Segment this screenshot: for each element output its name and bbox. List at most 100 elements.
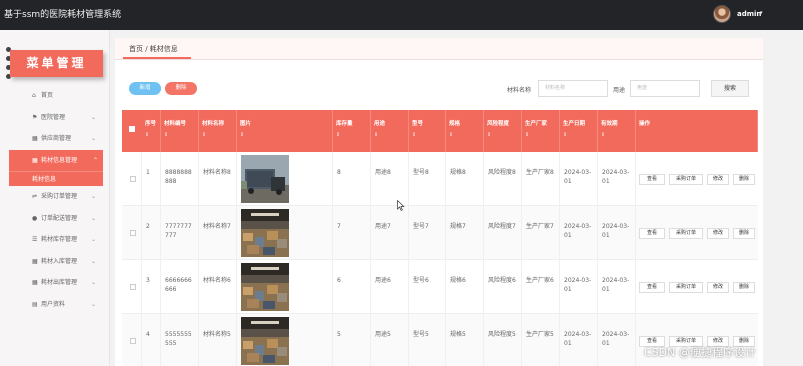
row-checkbox[interactable]: [130, 284, 136, 290]
sidebar-item-label: 耗材出库管理: [41, 279, 78, 286]
sort-icon[interactable]: ⇕: [487, 132, 518, 140]
edit-button[interactable]: 修改: [707, 282, 729, 293]
edit-button[interactable]: 修改: [707, 228, 729, 239]
delete-row-button[interactable]: 删除: [733, 228, 755, 239]
view-button[interactable]: 查看: [639, 174, 665, 185]
sidebar: 菜单管理 ⌂ 首页 ⚑ 医院管理 ⌄ ▦ 供应商管理 ⌄ ▦ 耗材信息管理 ⌃ 耗材信息 ⇌ 采购订单管理…: [0, 30, 110, 366]
use-input[interactable]: 用途: [630, 80, 700, 97]
flag-icon: ⚑: [32, 113, 38, 121]
cell-text: 2024-03-01: [564, 169, 592, 186]
cell-text: 用途7: [375, 223, 391, 230]
cell-idx: 4: [142, 314, 161, 366]
sort-icon[interactable]: ⇕: [374, 132, 405, 140]
delete-row-button[interactable]: 删除: [733, 282, 755, 293]
purchase-order-button[interactable]: 采购订单: [669, 174, 703, 185]
edit-button[interactable]: 修改: [707, 174, 729, 185]
cell-use: 用途7: [371, 206, 409, 260]
view-button[interactable]: 查看: [639, 228, 665, 239]
cell-text: 材料名称7: [203, 223, 231, 230]
cell-text: 规格8: [450, 169, 466, 176]
cell-text: 生产厂家8: [526, 169, 554, 176]
row-checkbox[interactable]: [130, 176, 136, 182]
material-name-input[interactable]: 材料名称: [538, 80, 608, 97]
select-all-checkbox[interactable]: [129, 126, 135, 132]
user-avatar[interactable]: [713, 5, 731, 23]
cell-code: 6666666666: [161, 260, 199, 314]
cell-text: 2024-03-01: [602, 169, 630, 186]
column-header[interactable]: 序号 ⇕: [142, 110, 161, 152]
column-header[interactable]: 生产厂家 ⇕: [522, 110, 560, 152]
cell-text: 1: [146, 169, 150, 176]
cell-text: 7777777777: [165, 223, 192, 240]
column-header-label: 生产厂家: [525, 121, 548, 127]
sidebar-item-5[interactable]: ● 订单配送管理 ⌄: [0, 208, 110, 230]
sort-icon[interactable]: ⇕: [145, 132, 157, 140]
search-button[interactable]: 搜索: [711, 80, 749, 97]
add-button[interactable]: 新增: [129, 82, 161, 95]
cell-idx: 3: [142, 260, 161, 314]
column-header[interactable]: 有效期 ⇕: [598, 110, 636, 152]
cell-text: 2024-03-01: [602, 331, 630, 348]
menu-logo: 菜单管理: [10, 50, 103, 77]
sidebar-item-9[interactable]: ▤ 用户资料 ⌄: [0, 294, 110, 316]
delete-button[interactable]: 删除: [165, 82, 197, 95]
sidebar-item-label: 订单配送管理: [41, 214, 78, 222]
cell-spec: 规格6: [446, 260, 484, 314]
cell-text: 2024-03-01: [564, 223, 592, 240]
sort-icon[interactable]: ⇕: [412, 132, 442, 140]
cell-maker: 生产厂家7: [522, 206, 560, 260]
sort-icon[interactable]: ⇕: [525, 132, 556, 140]
cell-maker: 生产厂家5: [522, 314, 560, 366]
sort-icon[interactable]: ⇕: [601, 132, 632, 140]
column-header[interactable]: 材料编号 ⇕: [161, 110, 199, 152]
row-checkbox[interactable]: [130, 338, 136, 344]
row-select-cell: [122, 152, 142, 206]
column-header[interactable]: 风险程度 ⇕: [484, 110, 522, 152]
sort-icon[interactable]: ⇕: [240, 132, 329, 140]
sort-icon[interactable]: ⇕: [202, 132, 233, 140]
sidebar-item-4[interactable]: ⇌ 采购订单管理 ⌄: [0, 186, 110, 208]
sort-icon[interactable]: ⇕: [563, 132, 594, 140]
sidebar-item-label: 供应商管理: [41, 135, 72, 142]
sort-icon[interactable]: ⇕: [336, 132, 367, 140]
sidebar-item-2[interactable]: ▦ 供应商管理 ⌄: [0, 128, 110, 150]
cell-expiry: 2024-03-01: [598, 314, 636, 366]
cell-risk: 风险程度7: [484, 206, 522, 260]
column-header[interactable]: 规格 ⇕: [446, 110, 484, 152]
column-header[interactable]: 库存量 ⇕: [333, 110, 371, 152]
column-header-label: 材料名称: [202, 121, 225, 127]
view-button[interactable]: 查看: [639, 282, 665, 293]
cell-expiry: 2024-03-01: [598, 260, 636, 314]
sidebar-item-7[interactable]: ▦ 耗材入库管理 ⌄: [0, 251, 110, 273]
cell-model: 型号5: [409, 314, 446, 366]
column-header[interactable]: 生产日期 ⇕: [560, 110, 598, 152]
sidebar-item-8[interactable]: ▦ 耗材出库管理 ⌄: [0, 272, 110, 294]
cell-text: 规格7: [450, 223, 466, 230]
column-header[interactable]: 材料名称 ⇕: [199, 110, 237, 152]
column-header[interactable]: 图片 ⇕: [237, 110, 333, 152]
cell-text: 风险程度8: [488, 169, 516, 176]
chevron-down-icon: ⌄: [90, 236, 96, 243]
user-menu-name[interactable]: admin: [737, 10, 761, 18]
chevron-down-icon[interactable]: ▾: [760, 10, 763, 16]
sidebar-item-6[interactable]: ☰ 耗材库存管理 ⌄: [0, 229, 110, 251]
sidebar-item-0[interactable]: ⌂ 首页: [0, 85, 110, 107]
column-header-label: 规格: [449, 121, 461, 127]
column-header[interactable]: 型号 ⇕: [409, 110, 446, 152]
sort-icon[interactable]: ⇕: [164, 132, 195, 140]
delete-row-button[interactable]: 删除: [733, 174, 755, 185]
column-header-label: 生产日期: [563, 121, 586, 127]
breadcrumb-bar: 首页 / 耗材信息: [115, 38, 763, 60]
purchase-order-button[interactable]: 采购订单: [669, 228, 703, 239]
sidebar-item-3[interactable]: ▦ 耗材信息管理 ⌃: [9, 149, 103, 171]
app-title: 基于ssm的医院耗材管理系统: [4, 10, 122, 20]
sort-icon[interactable]: ⇕: [449, 132, 480, 140]
sidebar-item-1[interactable]: ⚑ 医院管理 ⌄: [0, 107, 110, 129]
purchase-order-button[interactable]: 采购订单: [669, 282, 703, 293]
material-image-cell: [237, 206, 333, 260]
breadcrumb[interactable]: 首页 / 耗材信息: [129, 44, 178, 54]
column-header[interactable]: 用途 ⇕: [371, 110, 409, 152]
sidebar-subitem-materials[interactable]: 耗材信息: [9, 171, 103, 186]
cell-stock: 7: [333, 206, 371, 260]
row-checkbox[interactable]: [130, 230, 136, 236]
